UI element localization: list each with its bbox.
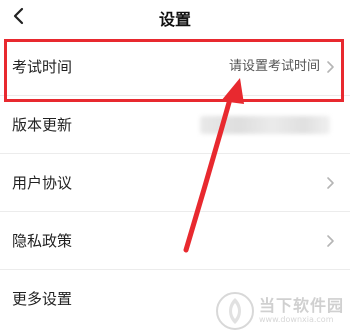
chevron-right-icon xyxy=(327,235,334,247)
watermark: 当下软件园 www.downxia.com xyxy=(215,291,344,331)
settings-item-label: 用户协议 xyxy=(12,174,73,192)
chevron-right-icon xyxy=(327,177,334,189)
settings-item-label: 更多设置 xyxy=(12,290,73,308)
blurred-version-value xyxy=(200,116,330,134)
highlight-box xyxy=(4,39,344,102)
navigation-bar: 设置 xyxy=(0,0,350,36)
page-title: 设置 xyxy=(158,10,191,29)
settings-item-label: 版本更新 xyxy=(12,116,73,134)
watermark-logo-icon xyxy=(215,292,254,330)
settings-item-user-agreement[interactable]: 用户协议 xyxy=(0,154,350,212)
watermark-text: 当下软件园 xyxy=(258,296,344,315)
settings-item-version-update[interactable]: 版本更新 xyxy=(0,96,350,154)
settings-item-label: 隐私政策 xyxy=(12,232,73,250)
settings-item-privacy-policy[interactable]: 隐私政策 xyxy=(0,212,350,270)
watermark-url: www.downxia.com xyxy=(258,315,334,324)
